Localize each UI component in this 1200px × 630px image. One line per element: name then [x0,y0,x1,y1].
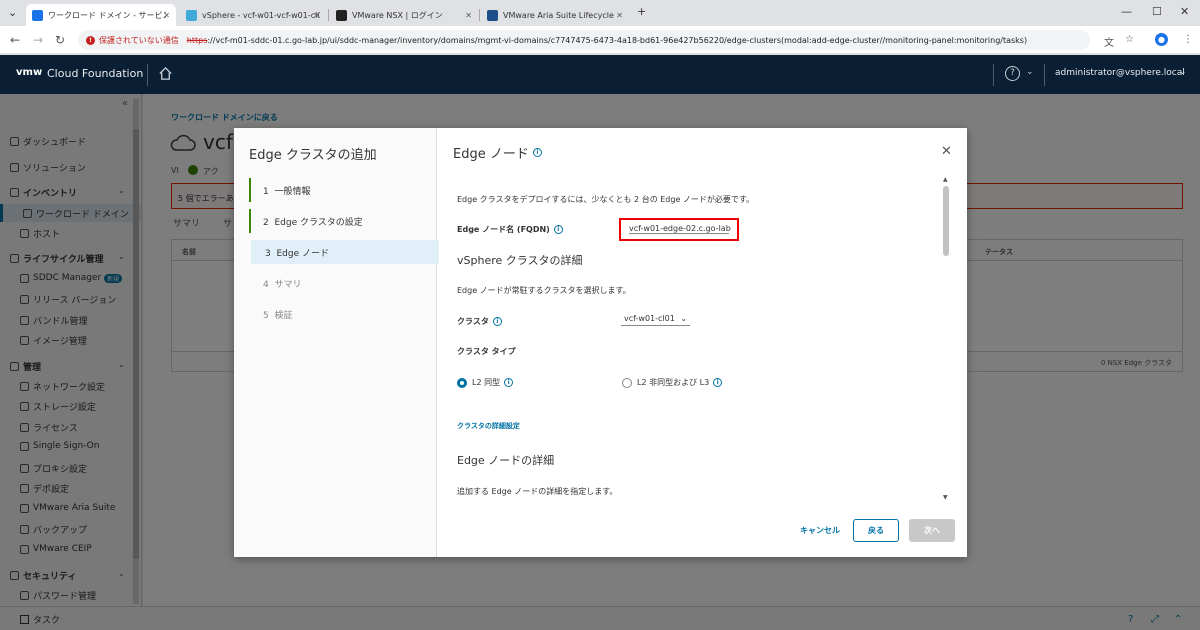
maximize-icon[interactable]: ☐ [1152,5,1162,18]
info-icon[interactable]: i [532,148,542,157]
warning-icon: ! [86,35,95,45]
chevron-down-icon: ⌄ [680,314,688,323]
scroll-down-icon[interactable]: ▼ [943,494,948,501]
back-icon[interactable]: ← [10,33,20,47]
radio-selected[interactable] [457,377,467,388]
tab-search-icon[interactable]: ⌄ [8,6,17,19]
minimize-icon[interactable]: — [1121,5,1132,18]
info-icon[interactable]: i [504,378,514,387]
cancel-button[interactable]: キャンセル [790,519,850,542]
header-divider [1044,64,1045,86]
info-icon[interactable]: i [492,317,502,326]
url-text: https://vcf-m01-sddc-01.c.go-lab.jp/ui/s… [186,35,1028,45]
wizard-title: Edge クラスタの追加 [249,148,377,163]
edge-node-details-desc: 追加する Edge ノードの詳細を指定します。 [457,487,618,496]
scroll-up-icon[interactable]: ▲ [943,176,948,183]
close-tab-icon[interactable]: ✕ [313,11,320,20]
forward-icon[interactable]: → [33,33,43,47]
browser-tab-vsphere[interactable]: vSphere - vcf-w01-vcf-w01-cl01 ✕ [180,4,326,26]
close-icon[interactable]: ✕ [941,144,952,159]
fqdn-field-highlight: vcf-w01-edge-02.c.go-lab [619,218,739,241]
vsphere-favicon-icon [186,9,197,21]
info-icon[interactable]: i [713,378,723,387]
aria-favicon-icon [487,9,498,21]
help-icon[interactable]: ? [1005,66,1020,81]
radio-l2-non-uniform-l3[interactable]: L2 非同型および L3 i [622,377,723,388]
info-icon[interactable]: i [553,225,563,234]
header-divider [147,64,148,86]
add-edge-cluster-wizard: Edge クラスタの追加 1 一般情報 2 Edge クラスタの設定 3 Edg… [234,128,967,557]
reload-icon[interactable]: ↻ [55,33,65,47]
scrollbar-thumb[interactable] [943,186,949,256]
vcf-favicon-icon [32,9,43,21]
wizard-scrollbar[interactable]: ▲ ▼ [941,176,951,504]
vmw-logo: vmw [16,67,43,78]
browser-tab-bar: ⌄ ワークロード ドメイン - サービス ✕ vSphere - vcf-w01… [0,0,1200,26]
tab-separator [479,9,480,21]
cluster-select[interactable]: vcf-w01-cl01 ⌄ [621,314,691,326]
close-tab-icon[interactable]: ✕ [616,11,623,20]
edge-node-fqdn-input[interactable]: vcf-w01-edge-02.c.go-lab [629,224,731,234]
browser-tab-workload-domain[interactable]: ワークロード ドメイン - サービス ✕ [26,4,176,26]
wizard-step-nav: Edge クラスタの追加 1 一般情報 2 Edge クラスタの設定 3 Edg… [234,128,439,557]
browser-tab-nsx[interactable]: VMware NSX | ログイン ✕ [330,4,478,26]
wizard-page: Edge ノード i ✕ Edge クラスタをデプロイするには、少なくとも 2 … [438,128,967,557]
profile-avatar-icon[interactable]: ● [1155,33,1168,46]
wizard-step-general[interactable]: 1 一般情報 [249,178,437,202]
page-title: Edge ノード i [453,143,542,162]
translate-icon[interactable]: 文 [1104,34,1114,49]
home-icon[interactable] [158,66,173,85]
cluster-type-label: クラスタ タイプ [457,347,516,356]
cluster-label: クラスタ i [457,316,502,327]
browser-tab-aria[interactable]: VMware Aria Suite Lifecycle ✕ [481,4,629,26]
vsphere-cluster-heading: vSphere クラスタの詳細 [457,254,583,267]
new-tab-icon[interactable]: + [637,5,646,18]
close-tab-icon[interactable]: ✕ [163,11,170,20]
back-button[interactable]: 戻る [853,519,899,542]
chevron-down-icon[interactable]: ⌄ [1026,67,1034,77]
more-menu-icon[interactable]: ⋮ [1183,34,1193,45]
close-window-icon[interactable]: ✕ [1180,5,1189,18]
vsphere-cluster-desc: Edge ノードが常駐するクラスタを選択します。 [457,286,631,295]
security-indicator[interactable]: ! 保護されていない通信 [86,35,179,46]
address-bar: ← → ↻ ! 保護されていない通信 https://vcf-m01-sddc-… [0,26,1200,54]
edge-node-details-heading: Edge ノードの詳細 [457,454,555,467]
tab-separator [328,9,329,21]
intro-text: Edge クラスタをデプロイするには、少なくとも 2 台の Edge ノードが必… [457,195,755,204]
fqdn-label: Edge ノード名 (FQDN) i [457,224,563,235]
user-menu[interactable]: administrator@vsphere.local [1055,68,1185,78]
nsx-favicon-icon [336,9,347,21]
radio-l2-uniform[interactable]: L2 同型 i [457,377,514,388]
app-header: vmw Cloud Foundation ? ⌄ administrator@v… [0,55,1200,94]
wizard-step-edge-nodes[interactable]: 3 Edge ノード [251,240,439,264]
close-tab-icon[interactable]: ✕ [465,11,472,20]
header-divider [993,64,994,86]
bookmark-star-icon[interactable]: ☆ [1125,34,1134,45]
next-button[interactable]: 次へ [909,519,955,542]
radio-unselected[interactable] [622,377,632,388]
wizard-step-validation[interactable]: 5 検証 [249,302,437,326]
url-field[interactable]: ! 保護されていない通信 https://vcf-m01-sddc-01.c.g… [78,30,1090,50]
wizard-step-edge-cluster-settings[interactable]: 2 Edge クラスタの設定 [249,209,437,233]
product-name: Cloud Foundation [47,67,144,80]
wizard-step-summary[interactable]: 4 サマリ [249,271,437,295]
advanced-cluster-settings-link[interactable]: クラスタの詳細設定 [457,421,520,431]
chevron-down-icon[interactable]: ⌄ [1179,67,1187,77]
